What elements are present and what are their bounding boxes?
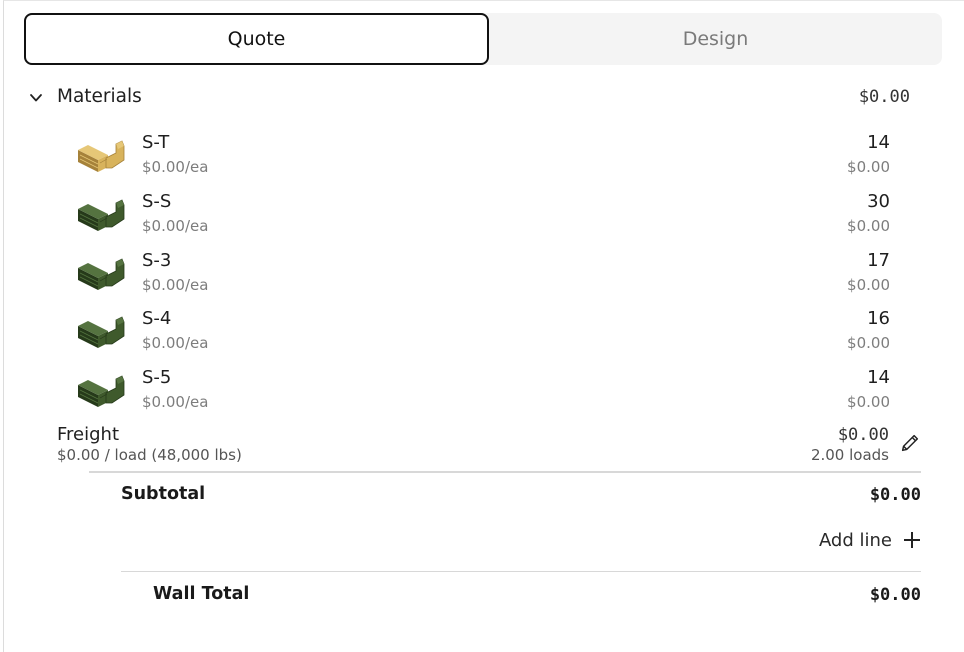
materials-section-header[interactable]: Materials $0.00 [26, 84, 916, 112]
chevron-down-icon[interactable] [28, 90, 44, 106]
list-item[interactable]: S-5 $0.00/ea 14 $0.00 [76, 367, 890, 419]
freight-amount: $0.00 [837, 425, 889, 445]
item-name: S-T [142, 132, 170, 153]
item-name: S-S [142, 190, 172, 212]
tab-bar: Quote Design [24, 13, 942, 65]
add-line-label: Add line [818, 529, 892, 551]
freight-rate: $0.00 / load (48,000 lbs) [57, 446, 242, 464]
freight-loads: 2.00 loads [810, 446, 889, 464]
item-amount: $0.00 [847, 275, 890, 294]
item-name: S-4 [142, 308, 172, 330]
wall-total-value: $0.00 [869, 585, 921, 605]
item-quantity: 16 [867, 308, 890, 330]
item-amount: $0.00 [847, 334, 890, 353]
item-name: S-5 [142, 367, 172, 389]
tab-design[interactable]: Design [489, 13, 942, 65]
block-thumbnail-icon [78, 258, 125, 290]
subtotal-value: $0.00 [869, 485, 921, 505]
list-item[interactable]: S-4 $0.00/ea 16 $0.00 [76, 308, 890, 360]
tab-quote[interactable]: Quote [24, 13, 489, 65]
item-quantity: 30 [867, 190, 890, 212]
block-thumbnail-icon [78, 140, 125, 172]
materials-title: Materials [57, 86, 142, 107]
freight-name: Freight [57, 424, 120, 445]
list-item[interactable]: S-3 $0.00/ea 17 $0.00 [76, 250, 890, 302]
block-thumbnail-icon [78, 199, 125, 231]
subtotal-label: Subtotal [121, 484, 206, 504]
item-quantity: 17 [867, 249, 890, 271]
wall-total-divider [121, 571, 921, 572]
item-quantity: 14 [867, 367, 890, 389]
item-unit-price: $0.00/ea [142, 275, 209, 294]
item-amount: $0.00 [847, 216, 890, 235]
item-unit-price: $0.00/ea [142, 393, 209, 412]
add-line-button[interactable]: Add line [819, 527, 922, 553]
list-item[interactable]: S-T $0.00/ea 14 $0.00 [76, 132, 890, 184]
block-thumbnail-icon [78, 375, 125, 408]
item-amount: $0.00 [847, 158, 890, 176]
item-unit-price: $0.00/ea [142, 158, 209, 176]
list-item[interactable]: S-S $0.00/ea 30 $0.00 [76, 191, 890, 243]
item-quantity: 14 [867, 132, 890, 153]
plus-icon [904, 532, 920, 548]
item-unit-price: $0.00/ea [142, 334, 209, 353]
pencil-icon[interactable] [899, 432, 921, 454]
item-amount: $0.00 [847, 393, 890, 412]
freight-row: Freight $0.00 / load (48,000 lbs) $0.00 … [57, 424, 923, 468]
item-unit-price: $0.00/ea [142, 216, 209, 235]
materials-total: $0.00 [858, 87, 910, 107]
wall-total-label: Wall Total [153, 584, 250, 604]
subtotal-divider [89, 471, 921, 473]
block-thumbnail-icon [78, 316, 125, 349]
item-name: S-3 [142, 249, 172, 271]
